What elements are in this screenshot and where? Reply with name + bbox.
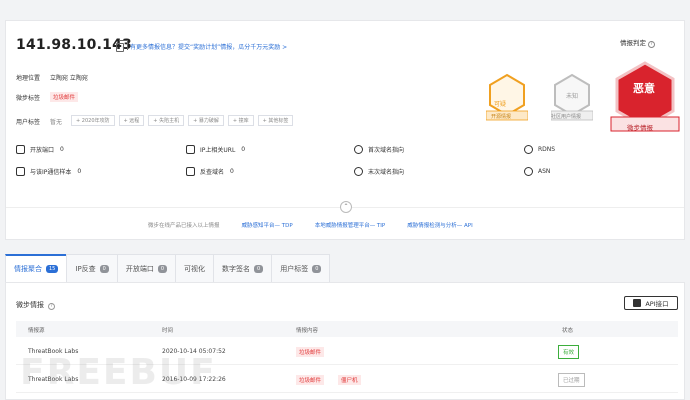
- user-tags-none: 暂无: [50, 119, 63, 126]
- file-icon: [16, 167, 25, 176]
- user-tag[interactable]: + 其他标签: [257, 115, 294, 126]
- stat-samples[interactable]: 与该IP通信样本 0: [16, 167, 81, 176]
- badge-unknown-title: 未知: [566, 93, 579, 100]
- product-links: 微步在线产品已接入以上情报 威胁感知平台— TDP 本地威胁情报管理平台— TI…: [148, 221, 473, 229]
- col-content: 情报内容: [296, 328, 319, 334]
- tab-user-tags[interactable]: 用户标签 0: [271, 254, 331, 282]
- row-tag: 垃圾邮件: [296, 347, 325, 357]
- stat-rdns[interactable]: RDNS: [524, 145, 555, 154]
- col-time: 时间: [162, 328, 174, 334]
- help-icon[interactable]: ?: [648, 41, 655, 48]
- server-icon: [16, 145, 25, 154]
- tags-label: 微步标签: [16, 95, 41, 102]
- stat-last-dns[interactable]: 末次域名指向: [354, 167, 404, 176]
- user-tag[interactable]: + 2020年攻防: [71, 115, 115, 126]
- location-value: 立陶宛 立陶宛: [50, 75, 88, 82]
- links-prefix: 微步在线产品已接入以上情报: [148, 223, 220, 229]
- tab-intel-aggregation[interactable]: 情报聚合 15: [5, 254, 68, 282]
- watermark-logo: FREEBUF: [20, 352, 217, 393]
- badge-unknown-label: 社区用户情报: [551, 114, 582, 120]
- verdict-title: 情报判定?: [620, 37, 655, 48]
- user-tag[interactable]: + 暴力破解: [188, 115, 224, 126]
- stat-related-url[interactable]: IP上相关URL 0: [186, 145, 245, 154]
- badge-suspicious-title: 可疑: [494, 101, 507, 108]
- ip-summary-card: 141.98.10.143 有更多情报信息？提交“奖励计划”情报，瓜分千万元奖励…: [5, 20, 685, 240]
- user-tag[interactable]: + 失陷主机: [148, 115, 185, 126]
- tab-open-ports[interactable]: 开放端口 0: [116, 254, 177, 282]
- table-header: 情报源 时间 情报内容 状态: [16, 321, 678, 337]
- stat-first-dns[interactable]: 首次域名指向: [354, 145, 404, 154]
- cloud-icon: [524, 167, 533, 176]
- link-tdp[interactable]: 威胁感知平台— TDP: [242, 221, 293, 229]
- help-icon[interactable]: ?: [48, 303, 55, 310]
- row-status-valid: 有效: [558, 345, 580, 359]
- ip-address: 141.98.10.143: [16, 37, 132, 53]
- tab-bar: 情报聚合 15 IP反查 0 开放端口 0 可视化 数字签名 0 用户标签 0: [5, 254, 331, 282]
- location-label: 地理位置: [16, 75, 41, 82]
- badge-malicious-title: 恶意: [633, 82, 655, 95]
- col-status: 状态: [562, 328, 574, 334]
- row-tag: 垃圾邮件: [296, 375, 325, 385]
- user-tags-label: 用户标签: [16, 119, 41, 126]
- link-icon: [186, 145, 195, 154]
- tab-digital-signature[interactable]: 数字签名 0: [213, 254, 273, 282]
- code-icon: [633, 299, 642, 307]
- stat-reverse-domains[interactable]: 反查域名 0: [186, 167, 234, 176]
- badge-suspicious-label: 开源情报: [491, 114, 512, 120]
- sitemap-icon: [186, 167, 195, 176]
- link-tip[interactable]: 本地威胁情报管理平台— TIP: [315, 221, 386, 229]
- api-button[interactable]: API接口: [624, 296, 678, 310]
- col-source: 情报源: [28, 328, 45, 334]
- row-tag: 僵尸机: [338, 375, 361, 385]
- user-tags-list: + 2020年攻防 + 远程 + 失陷主机 + 暴力破解 + 撞库 + 其他标签: [71, 115, 294, 126]
- collapse-toggle-icon[interactable]: ⌃: [340, 201, 352, 213]
- stat-open-ports[interactable]: 开放端口 0: [16, 145, 64, 154]
- user-tag[interactable]: + 撞库: [227, 115, 254, 126]
- tag-spam: 垃圾邮件: [50, 92, 79, 102]
- clock-icon: [354, 145, 363, 154]
- user-tag[interactable]: + 远程: [118, 115, 145, 126]
- link-api[interactable]: 威胁情报检测与分析— API: [407, 221, 472, 229]
- globe-icon: [524, 145, 533, 154]
- stat-asn[interactable]: ASN: [524, 167, 550, 176]
- clock-icon: [354, 167, 363, 176]
- panel-title: 微步情报?: [16, 300, 55, 310]
- reward-link[interactable]: 有更多情报信息？提交“奖励计划”情报，瓜分千万元奖励 >: [130, 42, 287, 51]
- row-status-expired: 已过期: [558, 373, 585, 387]
- tab-ip-reverse[interactable]: IP反查 0: [66, 254, 118, 282]
- badge-malicious-label: 微步情报: [627, 124, 653, 132]
- copy-icon[interactable]: [116, 40, 128, 52]
- tab-visualization[interactable]: 可视化: [175, 254, 215, 282]
